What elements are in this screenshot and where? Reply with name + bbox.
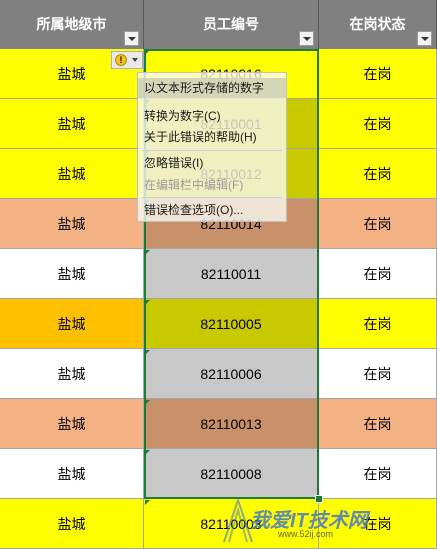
cell-city[interactable]: 盐城 [0,449,144,499]
cell-city-value: 盐城 [57,415,86,432]
error-indicator-icon [145,300,150,305]
cell-status[interactable]: 在岗 [319,299,437,349]
cell-city-value: 盐城 [57,215,86,232]
cell-status[interactable]: 在岗 [319,149,437,199]
cell-status[interactable]: 在岗 [319,499,437,549]
error-indicator-icon [145,400,150,405]
menu-separator [142,150,282,151]
cell-status-value: 在岗 [363,365,392,382]
cell-employee-id-value: 82110003 [200,515,262,532]
menu-item-ignore-error[interactable]: 忽略错误(I) [138,153,286,173]
cell-status[interactable]: 在岗 [319,449,437,499]
cell-status[interactable]: 在岗 [319,199,437,249]
cell-status[interactable]: 在岗 [319,349,437,399]
column-header-label: 员工编号 [203,16,259,32]
menu-item-error-checking-options[interactable]: 错误检查选项(O)... [138,200,286,220]
cell-status-value: 在岗 [363,215,392,232]
cell-city-value: 盐城 [57,365,86,382]
cell-employee-id-value: 82110005 [200,315,262,332]
fill-handle[interactable] [315,495,323,503]
filter-dropdown-icon[interactable] [124,31,139,46]
cell-employee-id[interactable]: 82110006 [144,349,319,399]
filter-dropdown-icon[interactable] [417,31,432,46]
cell-status-value: 在岗 [363,65,392,82]
cell-city-value: 盐城 [57,265,86,282]
cell-status-value: 在岗 [363,415,392,432]
error-indicator-icon [145,500,150,505]
cell-employee-id[interactable]: 82110003 [144,499,319,549]
menu-item-edit-in-formula-bar: 在编辑栏中编辑(F) [144,178,244,192]
error-indicator-icon [145,50,150,55]
cell-status-value: 在岗 [363,265,392,282]
cell-city[interactable]: 盐城 [0,199,144,249]
column-header-status[interactable]: 在岗状态 [319,0,437,49]
cell-status[interactable]: 在岗 [319,249,437,299]
chevron-down-icon [132,58,138,62]
cell-city-value: 盐城 [57,515,86,532]
cell-status[interactable]: 在岗 [319,49,437,99]
cell-employee-id[interactable]: 82110005 [144,299,319,349]
cell-city-value: 盐城 [57,65,86,82]
column-header-employee-id[interactable]: 员工编号 [144,0,319,49]
cell-status[interactable]: 在岗 [319,99,437,149]
menu-item-convert-to-number[interactable]: 转换为数字(C) [138,106,286,126]
spreadsheet: 所属地级市 员工编号 在岗状态 盐城82110016在岗盐城82110001在岗… [0,0,437,550]
cell-city-value: 盐城 [57,115,86,132]
column-header-label: 所属地级市 [36,16,107,32]
cell-status-value: 在岗 [363,465,392,482]
cell-city[interactable]: 盐城 [0,249,144,299]
cell-status-value: 在岗 [363,165,392,182]
cell-employee-id[interactable]: 82110011 [144,249,319,299]
cell-city[interactable]: 盐城 [0,399,144,449]
cell-city[interactable]: 盐城 [0,299,144,349]
cell-status-value: 在岗 [363,315,392,332]
menu-title: 以文本形式存储的数字 [138,78,286,98]
cell-status-value: 在岗 [363,515,392,532]
cell-employee-id[interactable]: 82110008 [144,449,319,499]
cell-city[interactable]: 盐城 [0,99,144,149]
cell-employee-id-value: 82110011 [200,265,262,282]
cell-status-value: 在岗 [363,115,392,132]
error-context-menu: 以文本形式存储的数字 转换为数字(C) 关于此错误的帮助(H) 忽略错误(I) … [137,72,287,222]
cell-city[interactable]: 盐城 [0,499,144,549]
cell-city[interactable]: 盐城 [0,149,144,199]
filter-dropdown-icon[interactable] [299,31,314,46]
cell-employee-id[interactable]: 82110013 [144,399,319,449]
error-indicator-icon [145,250,150,255]
cell-status[interactable]: 在岗 [319,399,437,449]
cell-city-value: 盐城 [57,315,86,332]
cell-city-value: 盐城 [57,165,86,182]
column-header-city[interactable]: 所属地级市 [0,0,144,49]
warning-icon: ! [115,54,127,66]
cell-employee-id-value: 82110006 [200,365,262,382]
error-indicator-icon [145,450,150,455]
error-indicator-icon [145,350,150,355]
menu-separator [142,197,282,198]
menu-item-error-help[interactable]: 关于此错误的帮助(H) [138,127,286,147]
cell-employee-id-value: 82110013 [200,415,262,432]
cell-city[interactable]: 盐城 [0,349,144,399]
cell-city-value: 盐城 [57,465,86,482]
error-check-button[interactable]: ! [111,51,143,69]
cell-employee-id-value: 82110008 [200,465,262,482]
